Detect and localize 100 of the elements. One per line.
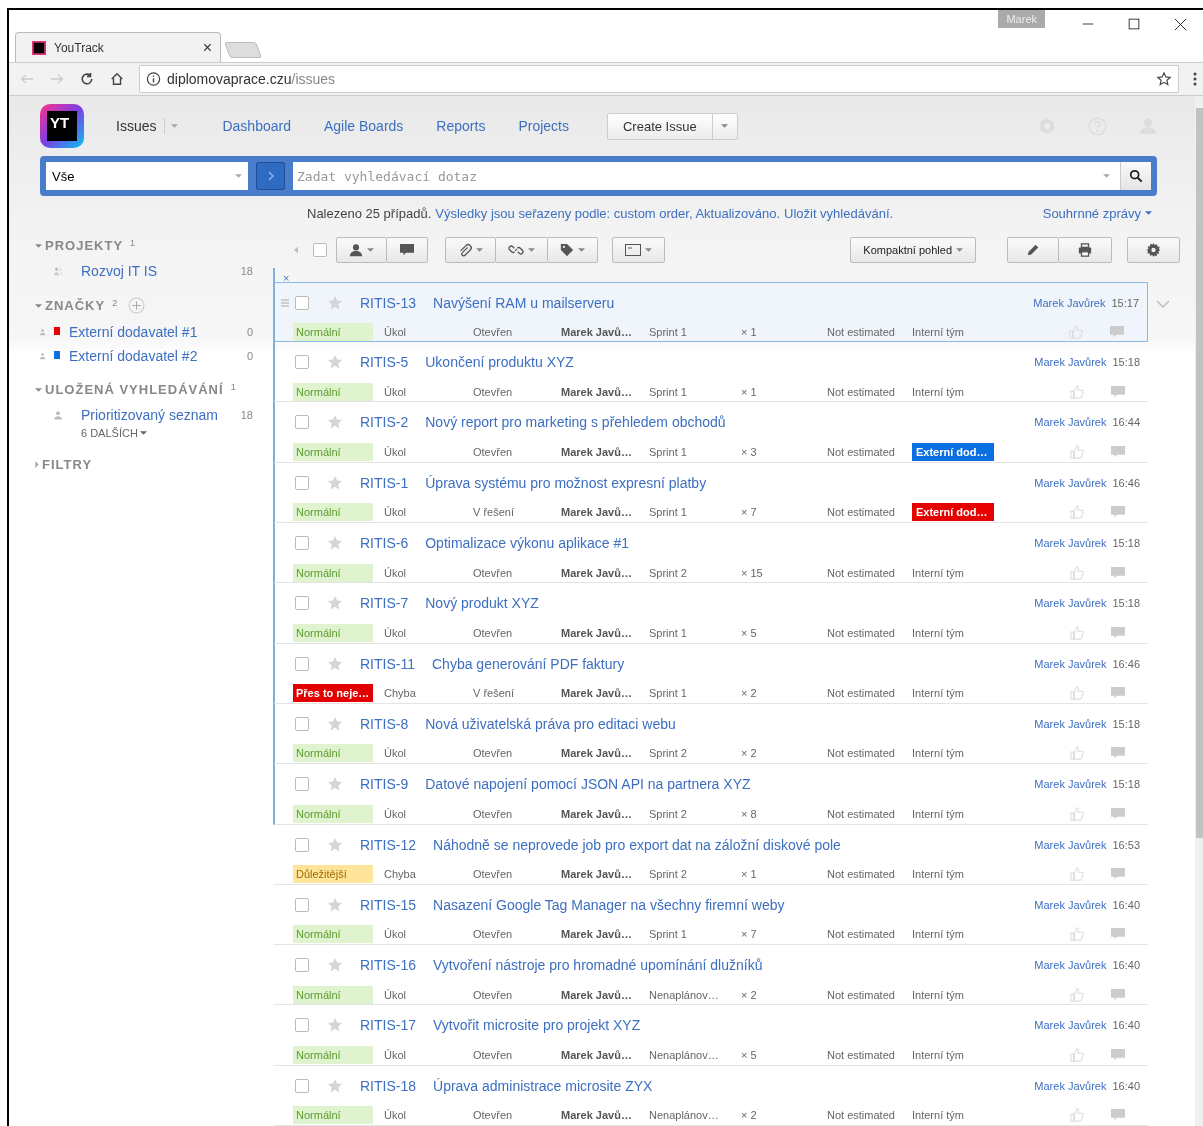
issue-id[interactable]: RITIS-15 [360,896,416,913]
issue-summary[interactable]: Chyba generování PDF faktury [432,655,1035,672]
priority-tag[interactable]: Normální [293,322,373,341]
apply-button[interactable] [256,162,285,190]
issue-row[interactable]: RITIS-11 Chyba generování PDF faktury Marek Javůrek 16:46 Přes to neje… Chyba V řešení Marek Javů… Sprint 1 × 2 Not estimated Interní tým [273,643,1148,704]
forward-icon[interactable] [49,72,65,86]
thumbs-up-icon[interactable] [1070,1047,1084,1062]
row-checkbox[interactable] [295,656,309,671]
comment-icon[interactable] [1110,444,1126,459]
issue-row[interactable]: RITIS-12 Náhodně se neprovede job pro export dat na záložní diskové pole Marek Javůrek 16:53 Důležitější Chyba Otevřen Marek Javů… Sprint 2 × 1 Not estimated Interní tým [273,824,1148,885]
issue-author[interactable]: Marek Javůrek [1034,1019,1107,1032]
app-logo[interactable]: YT [40,104,84,148]
issue-row[interactable]: RITIS-2 Nový report pro marketing s přehledem obchodů Marek Javůrek 16:44 Normální Úkol Otevřen Marek Javů… Sprint 1 × 3 Not estimated Externí dod… [273,402,1148,463]
issue-row[interactable]: RITIS-6 Optimalizace výkonu aplikace #1 Marek Javůrek 15:18 Normální Úkol Otevřen Marek Javů… Sprint 2 × 15 Not estimated Interní tým [273,523,1148,584]
issue-row[interactable]: RITIS-5 Ukončení produktu XYZ Marek Javůrek 15:18 Normální Úkol Otevřen Marek Javů… Sprint 1 × 1 Not estimated Interní tým [273,342,1148,403]
issue-author[interactable]: Marek Javůrek [1034,657,1107,670]
clear-selection[interactable]: × [283,271,290,284]
comment-button[interactable] [387,236,429,263]
comment-icon[interactable] [1110,565,1126,580]
issue-summary[interactable]: Nasazení Google Tag Manager na všechny firemní weby [433,896,1035,913]
context-select[interactable]: Vše [46,162,248,190]
thumbs-up-icon[interactable] [1069,324,1083,339]
issue-id[interactable]: RITIS-7 [360,595,409,612]
issue-summary[interactable]: Optimalizace výkonu aplikace #1 [425,535,1035,552]
thumbs-up-icon[interactable] [1070,686,1084,701]
issue-row[interactable]: RITIS-9 Datové napojení pomocí JSON API na partnera XYZ Marek Javůrek 15:18 Normální Úkol Otevřen Marek Javů… Sprint 2 × 8 Not estimated Interní tým [273,764,1148,825]
add-icon[interactable] [128,297,146,314]
issue-summary[interactable]: Vytvoření nástroje pro hromadné upomínání dlužníků [433,957,1035,974]
issue-author[interactable]: Marek Javůrek [1034,1079,1107,1092]
thumbs-up-icon[interactable] [1070,806,1084,821]
star-icon[interactable] [327,1077,343,1094]
tab-close[interactable]: × [202,38,212,57]
thumbs-up-icon[interactable] [1070,1108,1084,1123]
star-icon[interactable] [327,836,343,853]
row-checkbox[interactable] [295,958,309,973]
row-checkbox[interactable] [295,295,309,310]
issue-row[interactable]: RITIS-1 Úprava systému pro možnost expresní platby Marek Javůrek 16:46 Normální Úkol V řešení Marek Javů… Sprint 1 × 7 Not estimated Externí dod… [273,462,1148,524]
sidebar-item[interactable]: Rozvoj IT IS [81,263,241,279]
row-checkbox[interactable] [295,536,309,551]
more-toggle[interactable]: 6 DALŠÍCH [81,427,147,439]
issue-summary[interactable]: Úprava administrace microsite ZYX [433,1077,1035,1094]
issue-id[interactable]: RITIS-13 [360,294,416,311]
issue-summary[interactable]: Datové napojení pomocí JSON API na partnera XYZ [425,776,1035,793]
priority-tag[interactable]: Normální [293,442,373,461]
nav-link[interactable]: Agile Boards [323,118,404,134]
sidebar-item[interactable]: Externí dodavatel #2 [69,348,247,364]
comment-icon[interactable] [1110,867,1126,881]
sidebar-section-header[interactable]: ULOŽENÁ VYHLEDÁVÁNÍ 1 [35,382,237,397]
issue-author[interactable]: Marek Javůrek [1034,778,1107,791]
assignee-button[interactable] [336,236,388,263]
address-field[interactable]: diplomovaprace.czu/issues [139,65,1179,93]
issue-author[interactable]: Marek Javůrek [1034,959,1107,972]
sidebar-section-header[interactable]: FILTRY [35,457,93,472]
sidebar-section-header[interactable]: ZNAČKY 2 [35,298,119,313]
maximize-icon[interactable] [1128,18,1140,30]
issue-row[interactable]: RITIS-7 Nový produkt XYZ Marek Javůrek 15:18 Normální Úkol Otevřen Marek Javů… Sprint 1 × 5 Not estimated Interní tým [273,583,1148,644]
priority-tag[interactable]: Normální [293,744,373,763]
issue-id[interactable]: RITIS-12 [360,836,416,853]
priority-tag[interactable]: Normální [293,623,373,642]
priority-tag[interactable]: Normální [293,382,373,401]
row-checkbox[interactable] [295,777,309,792]
row-checkbox[interactable] [295,596,309,611]
issue-id[interactable]: RITIS-11 [360,655,415,672]
star-icon[interactable] [327,595,343,612]
row-checkbox[interactable] [295,1018,309,1033]
comment-icon[interactable] [1110,1047,1126,1062]
row-checkbox[interactable] [295,1078,309,1093]
view-mode-button[interactable]: Kompaktní pohled [850,236,976,263]
row-checkbox[interactable] [295,837,309,852]
thumbs-up-icon[interactable] [1070,746,1084,761]
issue-summary[interactable]: Navýšení RAM u mailserveru [433,294,1034,311]
star-icon[interactable] [327,957,343,974]
issues-menu[interactable]: Issues [116,118,166,134]
issue-author[interactable]: Marek Javůrek [1034,476,1107,489]
priority-tag[interactable]: Normální [293,503,373,522]
home-icon[interactable] [109,72,125,86]
reload-icon[interactable] [79,72,95,86]
issue-id[interactable]: RITIS-5 [360,354,409,371]
thumbs-up-icon[interactable] [1070,444,1084,459]
save-search-link[interactable]: Uložit vyhledávání. [784,205,894,221]
attach-button[interactable] [445,236,497,263]
issue-row[interactable]: RITIS-18 Úprava administrace microsite ZYX Marek Javůrek 16:40 Normální Úkol Otevřen Marek Javů… Nenaplánov… × 2 Not estimated Interní tým [273,1065,1148,1126]
issue-row[interactable]: RITIS-17 Vytvořit microsite pro projekt XYZ Marek Javůrek 16:40 Normální Úkol Otevřen Marek Javů… Nenaplánov… × 5 Not estimated Interní tým [273,1005,1148,1066]
issue-summary[interactable]: Nový produkt XYZ [425,595,1035,612]
sidebar-item[interactable]: Externí dodavatel #1 [69,324,247,340]
issue-author[interactable]: Marek Javůrek [1034,356,1107,369]
view-layout-button[interactable] [612,236,666,263]
priority-tag[interactable]: Normální [293,985,373,1004]
chevron-down-icon[interactable] [1156,299,1170,308]
nav-link[interactable]: Dashboard [222,118,291,134]
issue-id[interactable]: RITIS-1 [360,474,409,491]
bookmark-star-icon[interactable] [1156,72,1172,86]
menu-icon[interactable] [1193,71,1197,87]
thumbs-up-icon[interactable] [1070,927,1084,942]
priority-tag[interactable]: Normální [293,925,373,944]
issue-author[interactable]: Marek Javůrek [1033,296,1106,309]
issue-id[interactable]: RITIS-2 [360,414,409,431]
select-all-checkbox[interactable] [313,242,328,257]
settings-button[interactable] [1127,236,1180,263]
issue-row[interactable]: RITIS-8 Nová uživatelská práva pro editaci webu Marek Javůrek 15:18 Normální Úkol Otevřen Marek Javů… Sprint 2 × 2 Not estimated Interní tým [273,703,1148,765]
